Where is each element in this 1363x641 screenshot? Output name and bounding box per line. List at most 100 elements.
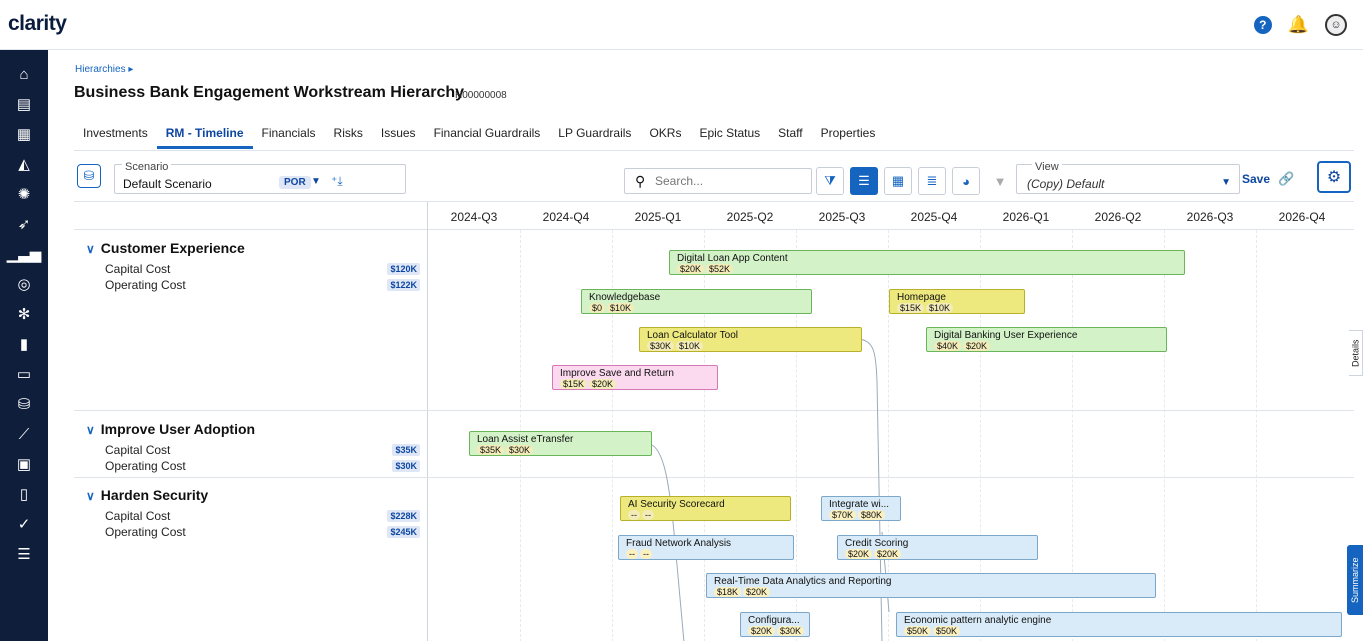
link-icon[interactable]: 🔗 bbox=[1278, 171, 1294, 187]
operating-chip: -- bbox=[640, 549, 652, 559]
rocket-icon[interactable]: ➶ bbox=[0, 210, 48, 238]
capital-chip: $18K bbox=[714, 587, 742, 597]
presentation-icon[interactable]: ▭ bbox=[0, 360, 48, 388]
idea-icon[interactable]: ✺ bbox=[0, 180, 48, 208]
tab-investments[interactable]: Investments bbox=[74, 124, 157, 149]
tab-issues[interactable]: Issues bbox=[372, 124, 425, 149]
settings-button[interactable]: ⚙ bbox=[1317, 161, 1351, 193]
bar-name: Digital Banking User Experience bbox=[934, 330, 1078, 341]
dashboard-icon[interactable]: ▤ bbox=[0, 90, 48, 118]
tab-financials[interactable]: Financials bbox=[253, 124, 325, 149]
timeline-bar[interactable]: Real-Time Data Analytics and Reporting $1… bbox=[706, 573, 1156, 598]
notification-bell-icon[interactable]: 🔔 bbox=[1288, 16, 1309, 34]
operating-cost-label: Operating Cost bbox=[105, 278, 186, 292]
check-icon[interactable]: ✓ bbox=[0, 510, 48, 538]
quarter-header: 2026-Q4 bbox=[1278, 210, 1326, 224]
target-icon[interactable]: ◎ bbox=[0, 270, 48, 298]
group-header[interactable]: ∨ Customer Experience bbox=[86, 240, 245, 256]
chevron-down-icon[interactable]: ∨ bbox=[86, 489, 95, 503]
timeline-bar[interactable]: Credit Scoring $20K $20K bbox=[837, 535, 1038, 560]
database-icon[interactable]: ⛁ bbox=[0, 390, 48, 418]
search-input[interactable] bbox=[655, 172, 805, 190]
tab-properties[interactable]: Properties bbox=[812, 124, 885, 149]
group-divider bbox=[74, 410, 1354, 411]
filter-button[interactable]: ⧩ bbox=[816, 167, 844, 195]
bar-name: Homepage bbox=[897, 292, 946, 303]
group-header[interactable]: ∨ Harden Security bbox=[86, 487, 208, 503]
gear-icon: ⚙ bbox=[1326, 169, 1342, 186]
quarter-header: 2025-Q1 bbox=[634, 210, 682, 224]
summarize-panel-tab[interactable]: Summarize bbox=[1347, 545, 1363, 615]
list-icon[interactable]: ☰ bbox=[0, 540, 48, 568]
timeline-view-button[interactable]: ☰ bbox=[850, 167, 878, 195]
chevron-down-icon[interactable]: ∨ bbox=[86, 242, 95, 256]
timeline-bar[interactable]: Fraud Network Analysis -- -- bbox=[618, 535, 794, 560]
timeline-bar[interactable]: Improve Save and Return $15K $20K bbox=[552, 365, 718, 390]
timeline-bar[interactable]: Loan Calculator Tool $30K $10K bbox=[639, 327, 862, 352]
search-box[interactable]: ⚲ bbox=[624, 168, 812, 194]
filter-icon: ⧩ bbox=[824, 173, 836, 188]
save-button[interactable]: Save bbox=[1242, 172, 1270, 186]
clarity-logo[interactable]: clarity bbox=[8, 12, 67, 36]
group-name: Customer Experience bbox=[100, 240, 245, 256]
chevron-down-icon[interactable]: ▼ bbox=[311, 176, 321, 187]
tab-risks[interactable]: Risks bbox=[325, 124, 372, 149]
document-icon[interactable]: ▮ bbox=[0, 330, 48, 358]
group-header[interactable]: ∨ Improve User Adoption bbox=[86, 421, 255, 437]
chart-view-button[interactable]: ◕ bbox=[952, 167, 980, 195]
por-badge[interactable]: POR bbox=[279, 176, 311, 189]
home-icon[interactable]: ⌂ bbox=[0, 60, 48, 88]
timeline-bar[interactable]: Knowledgebase $0 $10K bbox=[581, 289, 812, 314]
timeline-bar[interactable]: AI Security Scorecard -- -- bbox=[620, 496, 791, 521]
timeline-bar[interactable]: Integrate wi... $70K $80K bbox=[821, 496, 901, 521]
chevron-down-icon[interactable]: ∨ bbox=[86, 423, 95, 437]
tab-staff[interactable]: Staff bbox=[769, 124, 811, 149]
details-panel-tab[interactable]: Details bbox=[1349, 330, 1363, 376]
more-views-button[interactable]: ▼ bbox=[986, 167, 1014, 195]
chart-area-icon[interactable]: ◭ bbox=[0, 150, 48, 178]
capital-chip: -- bbox=[628, 510, 640, 520]
timeline-bar[interactable]: Homepage $15K $10K bbox=[889, 289, 1025, 314]
quarter-gridline bbox=[1164, 230, 1165, 641]
scenario-icon[interactable]: ⛁ bbox=[77, 164, 101, 188]
timeline-bar[interactable]: Configura... $20K $30K bbox=[740, 612, 810, 637]
help-icon[interactable]: ? bbox=[1253, 16, 1272, 34]
timeline-bar[interactable]: Digital Banking User Experience $40K $20K bbox=[926, 327, 1167, 352]
quarter-header: 2026-Q3 bbox=[1186, 210, 1234, 224]
timeline-bar[interactable]: Digital Loan App Content $20K $52K bbox=[669, 250, 1185, 275]
scenario-compare-icon[interactable]: ⁺⤓ bbox=[331, 174, 343, 189]
tab-okrs[interactable]: OKRs bbox=[640, 124, 690, 149]
quarter-header: 2025-Q4 bbox=[910, 210, 958, 224]
trend-icon[interactable]: ⟋ bbox=[0, 420, 48, 448]
timeline-grid: 2024-Q3 2024-Q4 2025-Q1 2025-Q2 2025-Q3 … bbox=[74, 201, 1354, 641]
breadcrumb[interactable]: Hierarchies ▸ bbox=[75, 64, 133, 75]
bar-chart-icon[interactable]: ▁▃▅ bbox=[0, 240, 48, 268]
scenario-label: Scenario bbox=[122, 161, 172, 173]
timeline-bar[interactable]: Economic pattern analytic engine $50K $50K bbox=[896, 612, 1342, 637]
operating-chip: $52K bbox=[706, 264, 734, 274]
board-icon: ▦ bbox=[891, 173, 905, 188]
board-view-button[interactable]: ▦ bbox=[884, 167, 912, 195]
bar-name: Knowledgebase bbox=[589, 292, 661, 303]
tab-financial-guardrails[interactable]: Financial Guardrails bbox=[425, 124, 550, 149]
report-icon[interactable]: ▣ bbox=[0, 450, 48, 478]
capital-chip: $15K bbox=[897, 303, 925, 313]
view-value: (Copy) Default bbox=[1027, 177, 1105, 191]
user-avatar[interactable]: ☺ bbox=[1325, 14, 1347, 36]
timeline-bar[interactable]: Loan Assist eTransfer $35K $30K bbox=[469, 431, 652, 456]
clipboard-icon[interactable]: ▯ bbox=[0, 480, 48, 508]
hub-icon[interactable]: ✻ bbox=[0, 300, 48, 328]
operating-chip: $20K bbox=[743, 587, 771, 597]
grid-icon[interactable]: ▦ bbox=[0, 120, 48, 148]
list-view-button[interactable]: ≣ bbox=[918, 167, 946, 195]
timeline-icon: ☰ bbox=[858, 173, 870, 188]
operating-chip: $20K bbox=[874, 549, 902, 559]
group-name: Improve User Adoption bbox=[100, 421, 256, 437]
tab-epic-status[interactable]: Epic Status bbox=[690, 124, 769, 149]
operating-chip: $20K bbox=[963, 341, 991, 351]
tab-rm-timeline[interactable]: RM - Timeline bbox=[156, 124, 253, 149]
tab-bar: Investments RM - Timeline Financials Ris… bbox=[74, 124, 884, 149]
tab-lp-guardrails[interactable]: LP Guardrails bbox=[549, 124, 640, 149]
quarter-gridline bbox=[1256, 230, 1257, 641]
side-navigation: ⌂ ▤ ▦ ◭ ✺ ➶ ▁▃▅ ◎ ✻ ▮ ▭ ⛁ ⟋ ▣ ▯ ✓ ☰ bbox=[0, 50, 48, 641]
